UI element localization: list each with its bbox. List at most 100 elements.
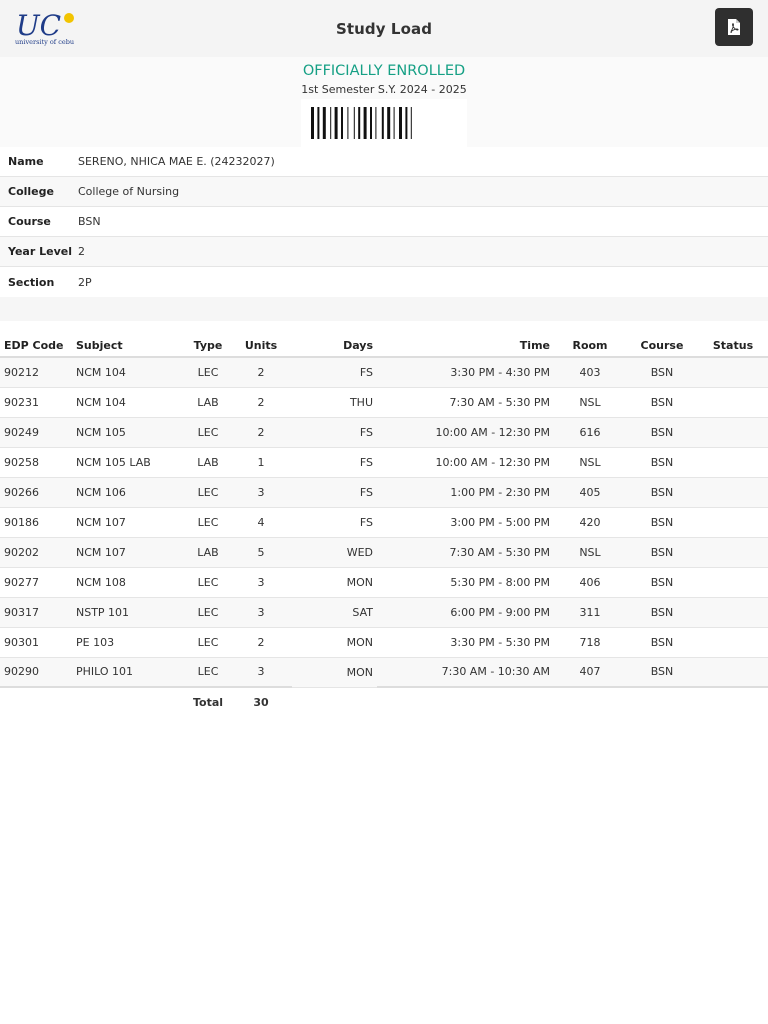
barcode-icon: [311, 107, 412, 139]
cell-time: 3:00 PM - 5:00 PM: [377, 507, 554, 538]
cell-time: 6:00 PM - 9:00 PM: [377, 597, 554, 628]
cell-course: BSN: [626, 627, 698, 658]
college-value: College of Nursing: [78, 185, 180, 198]
cell-type: LEC: [186, 357, 230, 388]
cell-type: LEC: [186, 417, 230, 448]
cell-days: FS: [292, 507, 377, 538]
cell-room: 616: [554, 417, 626, 448]
table-row: 90266 NCM 106 LEC 3 FS 1:00 PM - 2:30 PM 405 BS…: [0, 477, 768, 508]
cell-days: SAT: [292, 597, 377, 628]
col-days: Days: [292, 335, 377, 358]
cell-edp: 90290: [0, 657, 72, 688]
app-header: UC university of cebu Study Load: [0, 0, 768, 57]
file-pdf-icon: [728, 19, 740, 35]
cell-room: 718: [554, 627, 626, 658]
cell-course: BSN: [626, 567, 698, 598]
cell-units: 2: [230, 387, 292, 418]
enrollment-banner: OFFICIALLY ENROLLED 1st Semester S.Y. 20…: [0, 57, 768, 147]
cell-units: 2: [230, 357, 292, 388]
download-pdf-button[interactable]: [715, 8, 753, 46]
cell-type: LEC: [186, 627, 230, 658]
info-row-college: College College of Nursing: [0, 177, 768, 207]
col-status: Status: [698, 335, 768, 358]
table-row: 90186 NCM 107 LEC 4 FS 3:00 PM - 5:00 PM 420 BS…: [0, 507, 768, 538]
course-value: BSN: [78, 215, 101, 228]
cell-time: 1:00 PM - 2:30 PM: [377, 477, 554, 508]
cell-room: NSL: [554, 387, 626, 418]
total-units: 30: [230, 686, 292, 717]
enrollment-status: OFFICIALLY ENROLLED: [302, 63, 466, 79]
cell-subject: NCM 107: [72, 507, 186, 538]
info-row-name: Name SERENO, NHICA MAE E. (24232027): [0, 147, 768, 177]
barcode: [301, 99, 467, 147]
cell-room: NSL: [554, 447, 626, 478]
cell-status: [698, 387, 768, 418]
cell-subject: NCM 104: [72, 387, 186, 418]
col-units: Units: [230, 335, 292, 358]
cell-course: BSN: [626, 657, 698, 688]
cell-edp: 90212: [0, 357, 72, 388]
cell-subject: PHILO 101: [72, 657, 186, 688]
cell-days: FS: [292, 447, 377, 478]
college-label: College: [8, 185, 54, 198]
cell-room: 405: [554, 477, 626, 508]
cell-subject: NCM 108: [72, 567, 186, 598]
cell-time: 10:00 AM - 12:30 PM: [377, 417, 554, 448]
cell-units: 3: [230, 657, 292, 688]
cell-room: NSL: [554, 537, 626, 568]
col-time: Time: [377, 335, 554, 358]
table-header-row: EDP Code Subject Type Units Days Time Ro…: [0, 335, 768, 358]
cell-status: [698, 537, 768, 568]
cell-days: MON: [292, 627, 377, 658]
cell-time: 3:30 PM - 4:30 PM: [377, 357, 554, 388]
cell-type: LAB: [186, 387, 230, 418]
cell-course: BSN: [626, 477, 698, 508]
table-row: 90258 NCM 105 LAB LAB 1 FS 10:00 AM - 12:30 P…: [0, 447, 768, 478]
cell-type: LEC: [186, 507, 230, 538]
cell-type: LEC: [186, 477, 230, 508]
cell-type: LEC: [186, 597, 230, 628]
cell-course: BSN: [626, 537, 698, 568]
cell-days: FS: [292, 477, 377, 508]
cell-edp: 90186: [0, 507, 72, 538]
cell-days: FS: [292, 417, 377, 448]
cell-time: 3:30 PM - 5:30 PM: [377, 627, 554, 658]
info-row-course: Course BSN: [0, 207, 768, 237]
year-level-value: 2: [78, 245, 85, 258]
cell-status: [698, 417, 768, 448]
cell-room: 420: [554, 507, 626, 538]
cell-type: LEC: [186, 657, 230, 688]
table-row: 90202 NCM 107 LAB 5 WED 7:30 AM - 5:30 PM NSL B…: [0, 537, 768, 568]
col-type: Type: [186, 335, 230, 358]
cell-subject: NCM 105: [72, 417, 186, 448]
cell-course: BSN: [626, 447, 698, 478]
year-level-label: Year Level: [8, 245, 72, 258]
cell-edp: 90249: [0, 417, 72, 448]
cell-subject: PE 103: [72, 627, 186, 658]
cell-units: 3: [230, 597, 292, 628]
col-subject: Subject: [72, 335, 186, 358]
table-row: 90231 NCM 104 LAB 2 THU 7:30 AM - 5:30 PM NSL B…: [0, 387, 768, 418]
table-row: 90317 NSTP 101 LEC 3 SAT 6:00 PM - 9:00 PM 311…: [0, 597, 768, 628]
cell-units: 2: [230, 627, 292, 658]
cell-course: BSN: [626, 387, 698, 418]
semester-label: 1st Semester S.Y. 2024 - 2025: [301, 83, 467, 96]
cell-edp: 90266: [0, 477, 72, 508]
cell-course: BSN: [626, 507, 698, 538]
cell-subject: NCM 104: [72, 357, 186, 388]
cell-edp: 90317: [0, 597, 72, 628]
cell-days: MON: [292, 567, 377, 598]
cell-status: [698, 447, 768, 478]
schedule-table: EDP Code Subject Type Units Days Time Ro…: [0, 335, 768, 717]
table-row: 90249 NCM 105 LEC 2 FS 10:00 AM - 12:30 PM 616…: [0, 417, 768, 448]
cell-course: BSN: [626, 357, 698, 388]
name-value: SERENO, NHICA MAE E. (24232027): [78, 155, 275, 168]
cell-edp: 90231: [0, 387, 72, 418]
cell-status: [698, 597, 768, 628]
cell-status: [698, 567, 768, 598]
cell-status: [698, 627, 768, 658]
cell-units: 3: [230, 567, 292, 598]
student-info: Name SERENO, NHICA MAE E. (24232027) Col…: [0, 147, 768, 297]
cell-subject: NCM 105 LAB: [72, 447, 186, 478]
cell-course: BSN: [626, 417, 698, 448]
